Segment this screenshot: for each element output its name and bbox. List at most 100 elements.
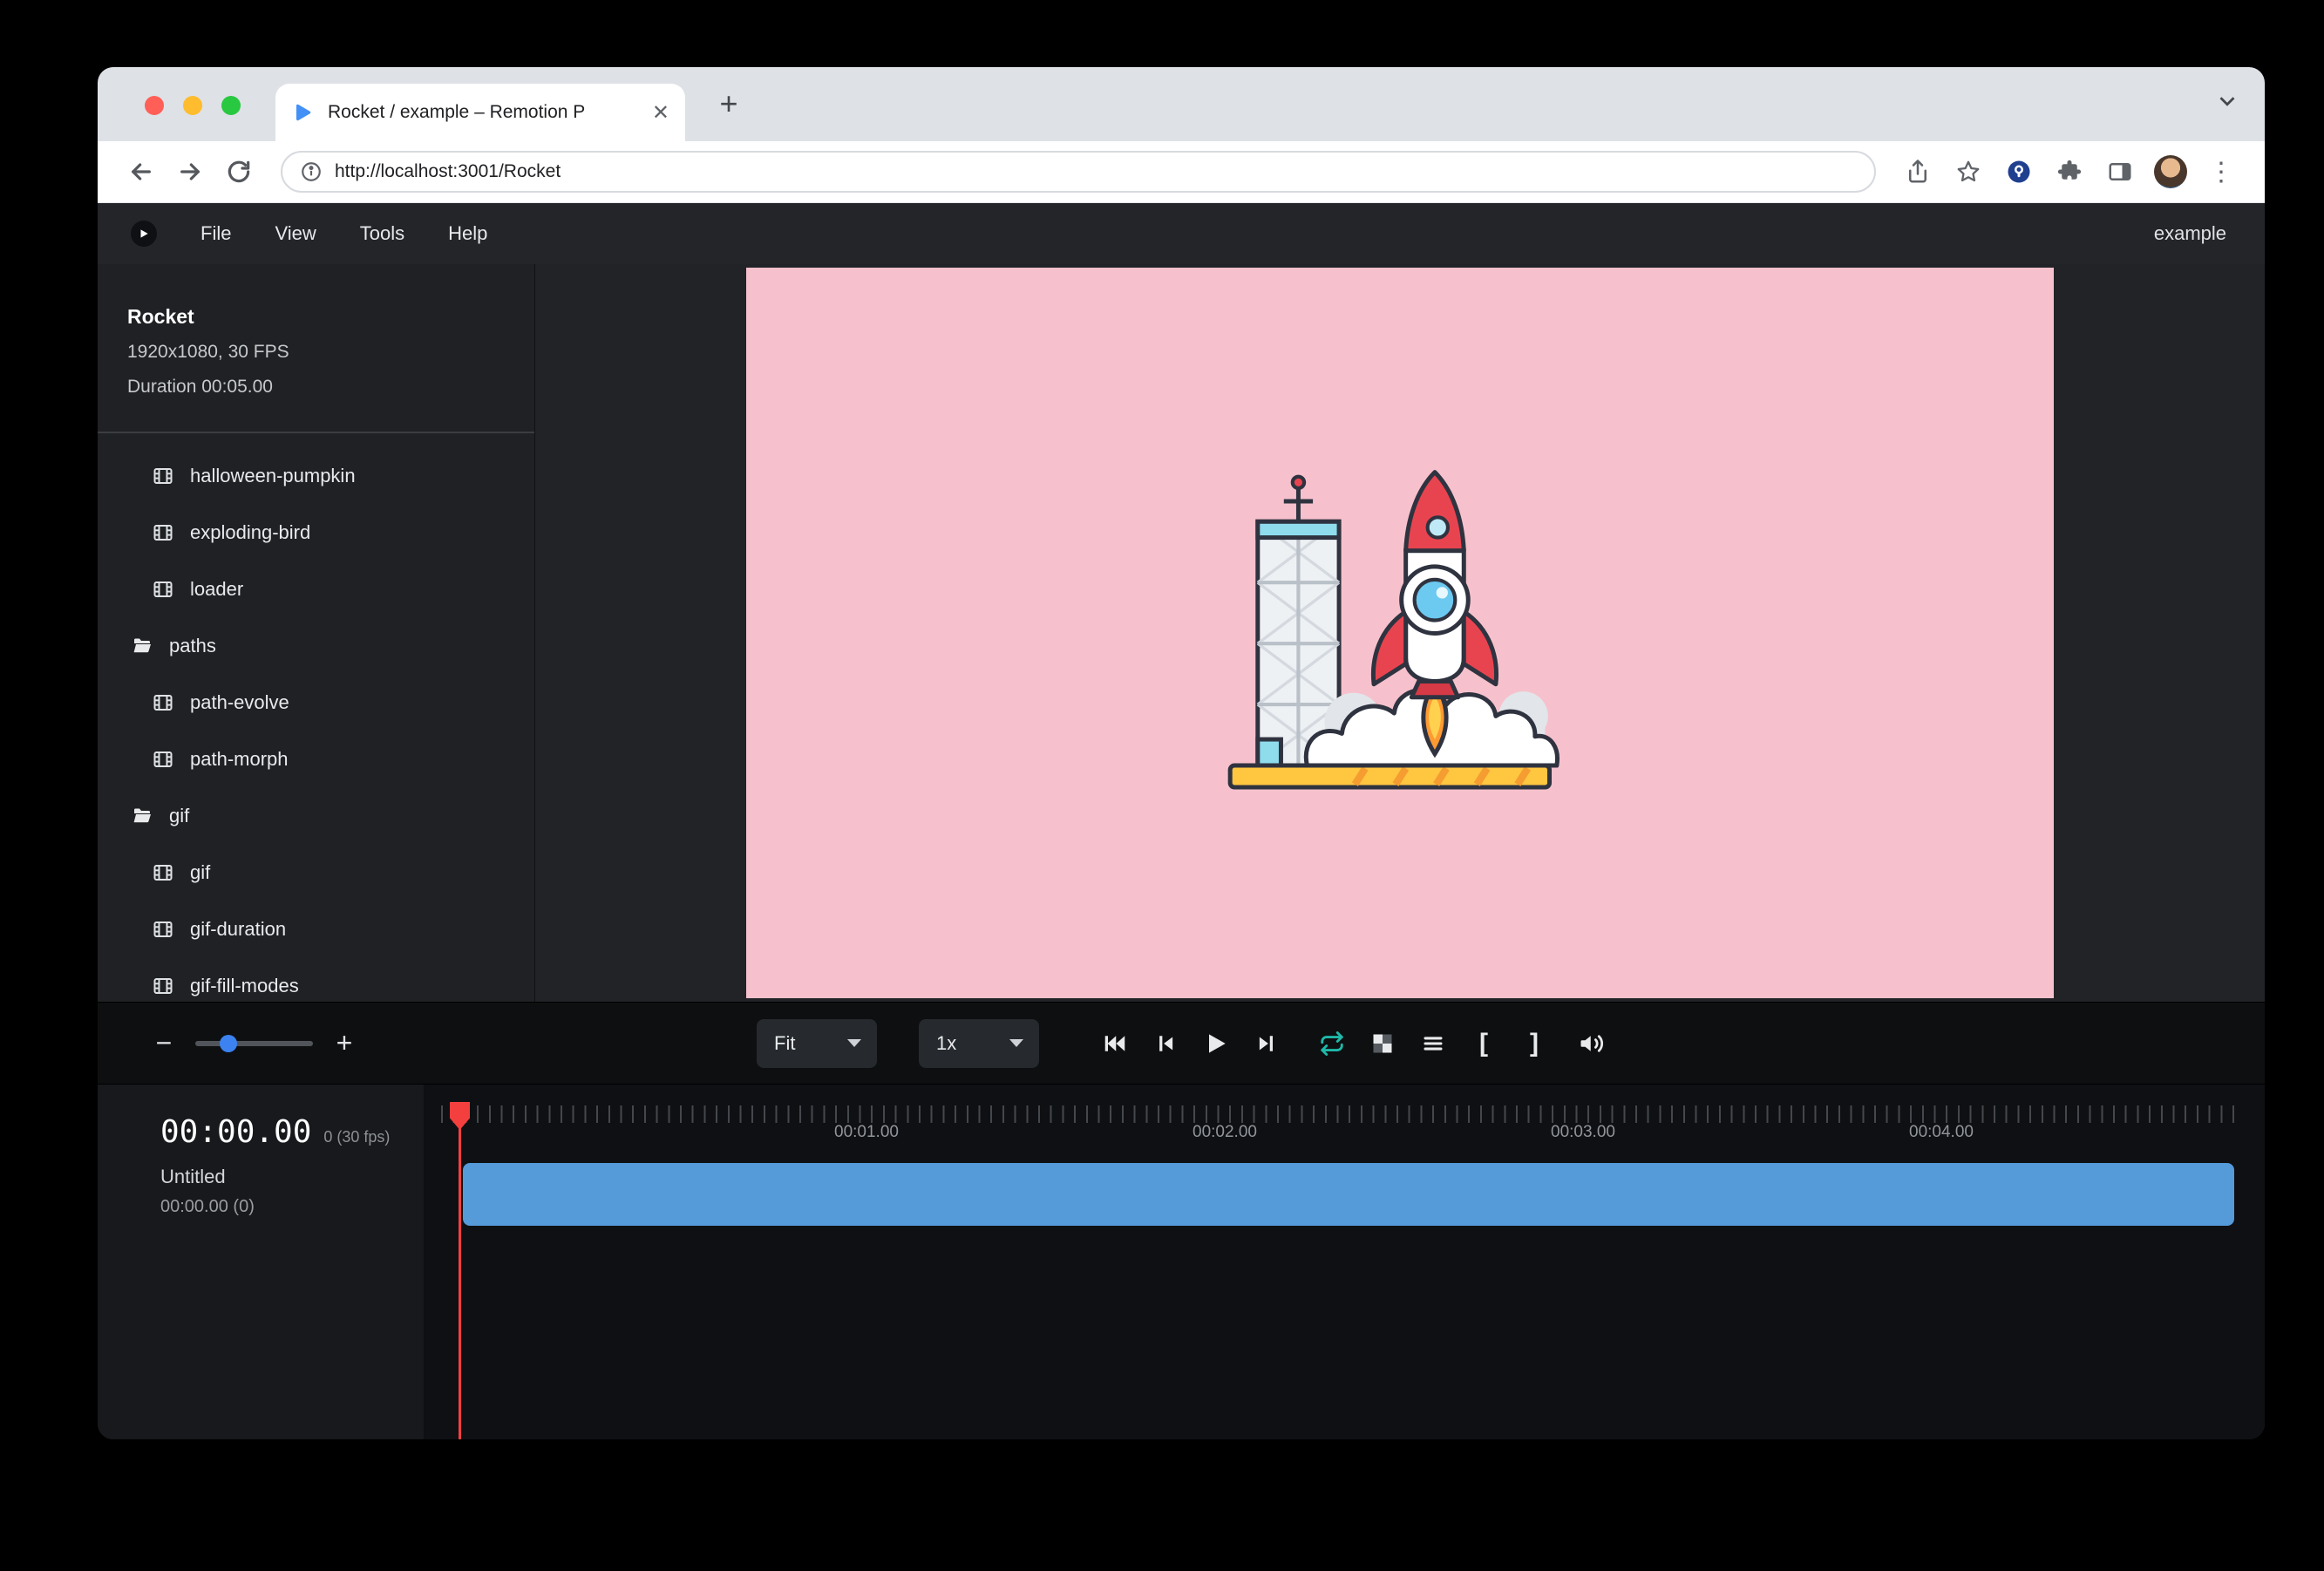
- zoom-out-button[interactable]: −: [148, 1027, 180, 1059]
- composition-meta: Rocket 1920x1080, 30 FPS Duration 00:05.…: [98, 264, 534, 398]
- password-manager-extension-icon[interactable]: [1998, 151, 2040, 193]
- playhead-line[interactable]: [459, 1107, 461, 1439]
- composition-duration: Duration 00:05.00: [127, 376, 510, 398]
- window-controls: [145, 96, 241, 115]
- menu-tools[interactable]: Tools: [360, 222, 404, 245]
- compositions-sidebar: Rocket 1920x1080, 30 FPS Duration 00:05.…: [98, 264, 535, 1002]
- rocket-illustration: [1226, 466, 1574, 800]
- sidebar-folder-paths[interactable]: paths: [98, 617, 534, 674]
- sidebar-item-gif[interactable]: gif: [98, 844, 534, 901]
- forward-icon[interactable]: [169, 151, 211, 193]
- zoom-slider-track[interactable]: [195, 1041, 313, 1046]
- play-button[interactable]: [1196, 1024, 1236, 1064]
- address-bar[interactable]: http://localhost:3001/Rocket: [281, 151, 1876, 193]
- zoom-in-button[interactable]: +: [329, 1027, 360, 1059]
- film-icon: [152, 692, 174, 713]
- film-icon: [152, 522, 174, 543]
- browser-menu-icon[interactable]: ⋮: [2200, 151, 2242, 193]
- film-icon: [152, 862, 174, 883]
- sidebar-item-label: gif-fill-modes: [190, 975, 299, 997]
- avatar: [2154, 155, 2187, 188]
- chevron-down-icon: [847, 1039, 861, 1047]
- tab-search-chevron-icon[interactable]: [2214, 88, 2240, 119]
- current-frame-label: 0 (30 fps): [323, 1128, 390, 1146]
- sidebar-item-path-evolve[interactable]: path-evolve: [98, 674, 534, 731]
- share-icon[interactable]: [1897, 151, 1939, 193]
- app-menubar: File View Tools Help example: [98, 203, 2265, 264]
- url-text: http://localhost:3001/Rocket: [335, 161, 561, 182]
- tab-title: Rocket / example – Remotion P: [328, 102, 645, 123]
- menu-view[interactable]: View: [275, 222, 316, 245]
- minimize-window-button[interactable]: [183, 96, 202, 115]
- folder-open-icon: [131, 806, 153, 826]
- track-name: Untitled: [160, 1166, 424, 1188]
- timeline-rows-icon[interactable]: [1413, 1024, 1453, 1064]
- sidebar-folder-gif[interactable]: gif: [98, 787, 534, 844]
- preview-area: [535, 264, 2265, 1002]
- timeline-track-bar[interactable]: [463, 1163, 2234, 1226]
- new-tab-button[interactable]: +: [708, 79, 750, 128]
- sidebar-item-label: paths: [169, 635, 216, 657]
- transparency-checkerboard-icon[interactable]: [1362, 1024, 1403, 1064]
- remotion-favicon-icon: [291, 101, 314, 124]
- zoom-slider[interactable]: [195, 1033, 313, 1054]
- ruler-label: 00:02.00: [1193, 1123, 1257, 1142]
- sidebar-item-loader[interactable]: loader: [98, 561, 534, 617]
- playback-buttons: [1095, 1024, 1287, 1064]
- project-name-label: example: [2154, 222, 2226, 245]
- zoom-slider-thumb[interactable]: [220, 1035, 237, 1052]
- previous-frame-button[interactable]: [1145, 1024, 1186, 1064]
- browser-tab[interactable]: Rocket / example – Remotion P ✕: [275, 84, 685, 141]
- current-timecode: 00:00.00: [160, 1114, 311, 1150]
- ruler-label: 00:03.00: [1551, 1123, 1615, 1142]
- sidebar-item-label: loader: [190, 578, 243, 601]
- timeline-panel: 00:00.00 0 (30 fps) Untitled 00:00.00 (0…: [98, 1084, 2265, 1439]
- sidebar-item-label: gif: [190, 861, 210, 884]
- jump-to-start-button[interactable]: [1095, 1024, 1135, 1064]
- composition-specs: 1920x1080, 30 FPS: [127, 341, 510, 364]
- reload-icon[interactable]: [218, 151, 260, 193]
- player-toggles: [ ]: [1312, 1024, 1612, 1064]
- loop-toggle-icon[interactable]: [1312, 1024, 1352, 1064]
- sidebar-item-halloween-pumpkin[interactable]: halloween-pumpkin: [98, 447, 534, 504]
- film-icon: [152, 976, 174, 996]
- zoom-window-button[interactable]: [221, 96, 241, 115]
- film-icon: [152, 579, 174, 600]
- volume-icon[interactable]: [1572, 1024, 1612, 1064]
- menu-file[interactable]: File: [200, 222, 231, 245]
- timeline-info-panel: 00:00.00 0 (30 fps) Untitled 00:00.00 (0…: [98, 1085, 424, 1439]
- sidebar-item-gif-duration[interactable]: gif-duration: [98, 901, 534, 957]
- tab-close-icon[interactable]: ✕: [652, 100, 669, 126]
- sidebar-item-gif-fill-modes[interactable]: gif-fill-modes: [98, 957, 534, 1002]
- browser-toolbar: http://localhost:3001/Rocket ⋮: [98, 141, 2265, 203]
- sidebar-item-label: exploding-bird: [190, 521, 310, 544]
- ruler-label: 00:04.00: [1909, 1123, 1974, 1142]
- profile-avatar[interactable]: [2150, 151, 2191, 193]
- close-window-button[interactable]: [145, 96, 164, 115]
- speed-select-value: 1x: [936, 1032, 996, 1055]
- composition-list: halloween-pumpkin exploding-bird loader …: [98, 433, 534, 1002]
- remotion-app: File View Tools Help example Rocket 1920…: [98, 203, 2265, 1439]
- fit-select[interactable]: Fit: [757, 1019, 877, 1068]
- in-point-button[interactable]: [: [1464, 1024, 1504, 1064]
- chevron-down-icon: [1009, 1039, 1023, 1047]
- sidebar-item-label: halloween-pumpkin: [190, 465, 356, 487]
- jump-to-end-button[interactable]: [1247, 1024, 1287, 1064]
- timeline-ruler[interactable]: [441, 1105, 2237, 1123]
- out-point-button[interactable]: ]: [1514, 1024, 1554, 1064]
- browser-window: Rocket / example – Remotion P ✕ + http:/…: [98, 67, 2265, 1439]
- bookmark-star-icon[interactable]: [1947, 151, 1989, 193]
- sidebar-item-path-morph[interactable]: path-morph: [98, 731, 534, 787]
- playback-speed-select[interactable]: 1x: [919, 1019, 1039, 1068]
- extensions-puzzle-icon[interactable]: [2049, 151, 2090, 193]
- toolbar-actions: ⋮: [1897, 151, 2242, 193]
- remotion-logo-icon: [131, 221, 157, 247]
- main-area: Rocket 1920x1080, 30 FPS Duration 00:05.…: [98, 264, 2265, 1002]
- sidebar-item-label: path-evolve: [190, 691, 289, 714]
- sidebar-item-label: gif: [169, 805, 189, 827]
- back-icon[interactable]: [120, 151, 162, 193]
- side-panel-icon[interactable]: [2099, 151, 2141, 193]
- menu-help[interactable]: Help: [448, 222, 487, 245]
- site-info-icon[interactable]: [300, 160, 323, 183]
- sidebar-item-exploding-bird[interactable]: exploding-bird: [98, 504, 534, 561]
